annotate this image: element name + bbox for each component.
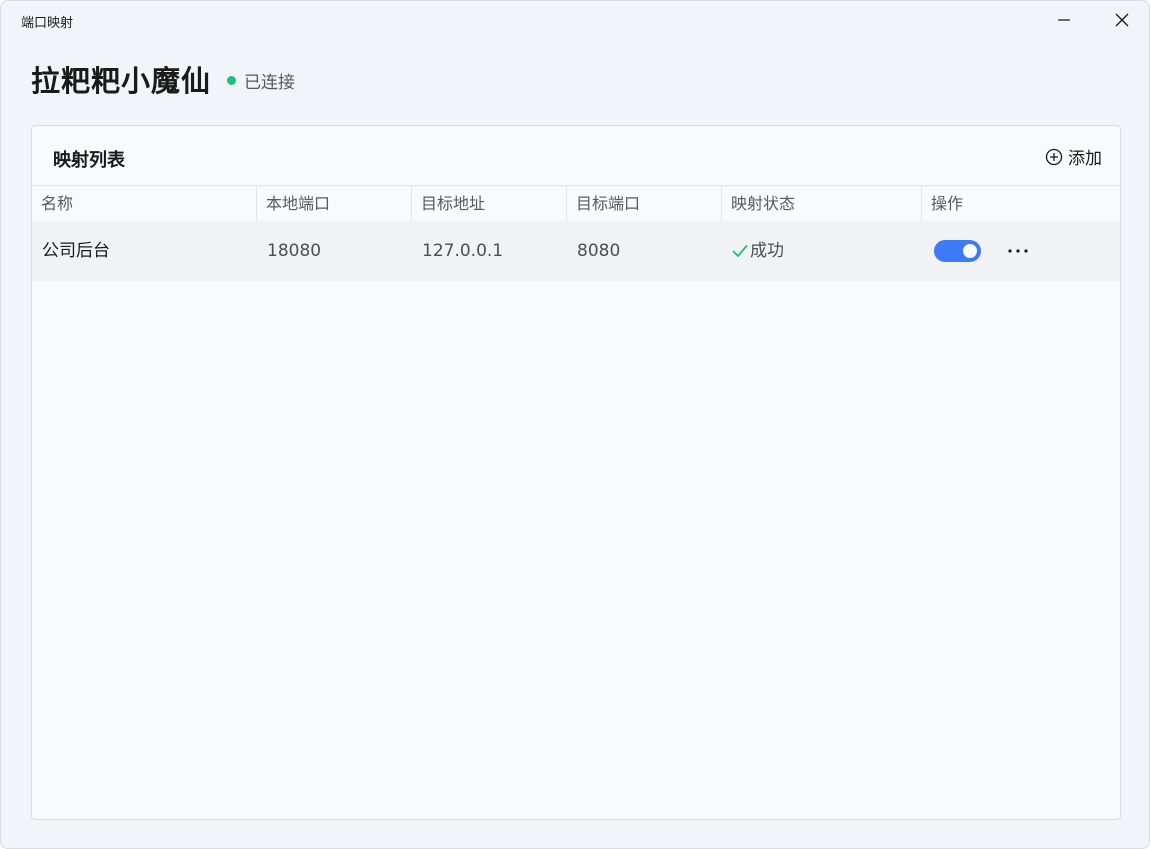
connection-status: 已连接 <box>227 68 295 93</box>
add-mapping-label: 添加 <box>1068 149 1102 169</box>
window-title: 端口映射 <box>21 16 74 31</box>
column-header-target-address: 目标地址 <box>412 186 567 221</box>
minimize-icon <box>1058 19 1070 21</box>
close-button[interactable] <box>1099 5 1145 35</box>
device-name: 拉粑粑小魔仙 <box>31 64 212 98</box>
enable-toggle[interactable] <box>934 240 981 262</box>
add-mapping-button[interactable]: 添加 <box>1045 144 1102 169</box>
status-dot-icon <box>227 75 237 85</box>
column-header-actions: 操作 <box>931 194 964 213</box>
mapping-list-card: 映射列表 添加 名称 本地端口 目标地址 目标端口 映射状态 操作 公司后台 1… <box>31 125 1121 820</box>
minimize-button[interactable] <box>1041 5 1087 35</box>
title-bar: 端口映射 <box>1 1 1149 39</box>
status-label: 成功 <box>750 241 784 261</box>
column-header-local-port: 本地端口 <box>257 186 412 221</box>
cell-target-address: 127.0.0.1 <box>422 241 504 261</box>
device-header: 拉粑粑小魔仙 已连接 <box>31 59 295 99</box>
more-horizontal-icon <box>1008 249 1028 253</box>
column-header-name: 名称 <box>32 186 257 221</box>
app-window: 端口映射 拉粑粑小魔仙 已连接 映射列表 添加 名称 本地端口 目标地址 目标端… <box>0 0 1150 849</box>
status-text: 已连接 <box>244 72 296 93</box>
cell-actions <box>922 221 1120 281</box>
more-actions-button[interactable] <box>1007 240 1029 262</box>
cell-target-port: 8080 <box>577 241 621 261</box>
toggle-knob <box>963 244 977 258</box>
cell-status: 成功 <box>722 221 922 281</box>
table-header: 名称 本地端口 目标地址 目标端口 映射状态 操作 <box>32 186 1120 221</box>
close-icon <box>1115 13 1129 27</box>
check-icon <box>732 244 748 258</box>
cell-name: 公司后台 <box>42 241 110 261</box>
plus-circle-icon <box>1045 148 1063 165</box>
cell-local-port: 18080 <box>267 241 322 261</box>
table-row[interactable]: 公司后台 18080 127.0.0.1 8080 成功 <box>32 221 1120 281</box>
card-header: 映射列表 添加 <box>32 126 1120 186</box>
column-header-status: 映射状态 <box>722 186 922 221</box>
card-title: 映射列表 <box>53 150 125 171</box>
column-header-target-port: 目标端口 <box>567 186 722 221</box>
